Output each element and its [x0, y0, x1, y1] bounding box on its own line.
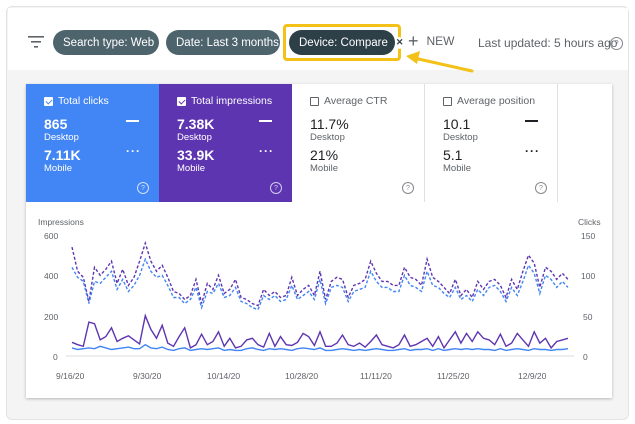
- metric-title: Total impressions: [191, 95, 273, 107]
- chart-plot-area: [66, 240, 574, 357]
- filter-chip-label: Date: Last 3 months: [176, 36, 279, 49]
- metric-mobile-value: 7.11K: [44, 147, 81, 163]
- checkbox-icon[interactable]: [310, 96, 319, 106]
- checkbox-icon[interactable]: [44, 96, 53, 106]
- metric-mobile-value: 21%: [310, 147, 339, 163]
- metric-desktop-value: 11.7%: [310, 116, 349, 132]
- filter-chip-search-type[interactable]: Search type: Web: [53, 30, 159, 55]
- help-icon[interactable]: ?: [610, 37, 623, 50]
- metric-desktop-label: Desktop: [443, 132, 478, 143]
- metric-desktop-label: Desktop: [177, 132, 212, 143]
- metric-desktop-value: 7.38K: [177, 116, 215, 132]
- series-line-impressions-desktop: [71, 257, 569, 311]
- new-filter-button[interactable]: + NEW: [408, 31, 455, 51]
- solid-line-legend-icon: [259, 120, 272, 122]
- metric-desktop-value: 10.1: [443, 116, 471, 132]
- metric-mobile-label: Mobile: [44, 163, 72, 174]
- metric-desktop-label: Desktop: [44, 132, 79, 143]
- metric-mobile-label: Mobile: [310, 163, 338, 174]
- metric-title: Average CTR: [324, 95, 388, 107]
- solid-line-legend-icon: [525, 120, 538, 122]
- series-line-clicks-mobile: [71, 313, 569, 350]
- plus-icon: +: [408, 31, 419, 51]
- dashed-line-legend-icon: ···: [525, 144, 540, 158]
- dashed-line-legend-icon: ···: [259, 144, 274, 158]
- metric-desktop-value: 865: [44, 116, 68, 132]
- filter-chip-label: Device: Compare: [299, 36, 388, 49]
- metric-desktop-label: Desktop: [310, 132, 345, 143]
- metric-total-impressions[interactable]: Total impressions 7.38K Desktop 33.9K ··…: [159, 84, 292, 202]
- help-icon[interactable]: ?: [270, 182, 282, 194]
- filter-chip-device[interactable]: Device: Compare ✕: [289, 30, 404, 55]
- help-icon[interactable]: ?: [535, 182, 547, 194]
- filter-chip-label: Search type: Web: [63, 36, 155, 49]
- metric-average-position[interactable]: Average position 10.1 Desktop 5.1 ··· Mo…: [425, 84, 558, 202]
- series-line-clicks-desktop: [71, 343, 569, 352]
- dashed-line-legend-icon: ···: [126, 144, 141, 158]
- filter-chip-date[interactable]: Date: Last 3 months: [166, 30, 280, 55]
- metric-mobile-label: Mobile: [443, 163, 471, 174]
- metric-title: Average position: [457, 95, 536, 107]
- checkbox-icon[interactable]: [443, 96, 452, 106]
- metric-average-ctr[interactable]: Average CTR 11.7% Desktop 21% Mobile ?: [292, 84, 425, 202]
- checkbox-icon[interactable]: [177, 96, 186, 106]
- performance-card: Total clicks 865 Desktop 7.11K ··· Mobil…: [26, 84, 612, 398]
- performance-chart: Impressions Clicks 600 400 200 0 150 100…: [26, 202, 612, 398]
- metric-mobile-value: 33.9K: [177, 147, 215, 163]
- metric-title: Total clicks: [58, 95, 109, 107]
- solid-line-legend-icon: [126, 120, 139, 122]
- help-icon[interactable]: ?: [137, 182, 149, 194]
- metric-total-clicks[interactable]: Total clicks 865 Desktop 7.11K ··· Mobil…: [26, 84, 159, 202]
- last-updated-text: Last updated: 5 hours ago: [478, 36, 618, 50]
- help-icon[interactable]: ?: [402, 182, 414, 194]
- remove-filter-icon[interactable]: ✕: [395, 36, 404, 49]
- filter-icon[interactable]: [28, 36, 44, 48]
- new-filter-label: NEW: [426, 34, 455, 48]
- annotation-arrow-icon: [406, 51, 474, 73]
- metric-mobile-label: Mobile: [177, 163, 205, 174]
- series-line-impressions-mobile: [71, 240, 569, 307]
